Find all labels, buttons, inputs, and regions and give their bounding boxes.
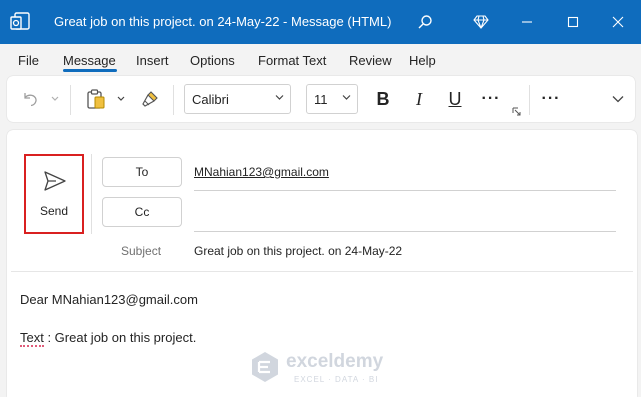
send-divider (91, 154, 92, 234)
outlook-compose-icon (10, 12, 30, 30)
watermark-name: exceldemy (286, 351, 384, 372)
close-button[interactable] (603, 7, 633, 37)
chevron-down-icon (612, 96, 624, 103)
title-bar: Great job on this project. on 24-May-22 … (0, 0, 641, 44)
menu-options[interactable]: Options (190, 53, 235, 68)
paste-button[interactable] (83, 87, 109, 111)
dialog-launcher-icon (512, 107, 520, 115)
font-size-select[interactable]: 11 (306, 84, 358, 114)
more-formatting-button[interactable]: ··· (479, 87, 503, 111)
send-label: Send (39, 204, 69, 218)
close-icon (612, 16, 624, 28)
send-button[interactable]: Send (24, 154, 84, 234)
watermark-tagline: EXCEL · DATA · BI (294, 375, 379, 384)
diamond-icon (473, 15, 489, 29)
to-recipient[interactable]: MNahian123@gmail.com (194, 165, 329, 179)
maximize-icon (567, 16, 579, 28)
ribbon-separator (173, 85, 174, 115)
search-button[interactable] (410, 7, 440, 37)
menu-review[interactable]: Review (349, 53, 392, 68)
ribbon: Calibri 11 B I U ··· ··· (7, 76, 635, 122)
ribbon-separator (70, 85, 71, 115)
undo-button[interactable] (19, 88, 41, 110)
subject-input[interactable]: Great job on this project. on 24-May-22 (194, 244, 402, 258)
paste-dropdown[interactable] (115, 91, 127, 107)
minimize-icon (522, 21, 532, 23)
menu-help[interactable]: Help (409, 53, 436, 68)
menu-message[interactable]: Message (63, 53, 116, 68)
window-title: Great job on this project. on 24-May-22 … (54, 14, 392, 29)
misspelled-word[interactable]: Text (20, 330, 44, 347)
menu-file[interactable]: File (18, 53, 39, 68)
font-name-value: Calibri (192, 92, 229, 107)
minimize-button[interactable] (512, 7, 542, 37)
font-name-select[interactable]: Calibri (184, 84, 291, 114)
body-text-rest: : Great job on this project. (43, 330, 197, 345)
format-painter-icon (142, 91, 158, 107)
subject-label: Subject (121, 244, 162, 258)
menu-insert[interactable]: Insert (136, 53, 169, 68)
chevron-down-icon (51, 96, 59, 101)
chevron-down-icon (275, 95, 284, 100)
cc-button[interactable]: Cc (102, 197, 182, 227)
italic-button[interactable]: I (407, 87, 431, 111)
exceldemy-watermark: exceldemy EXCEL · DATA · BI (248, 348, 408, 397)
to-field-line (194, 190, 616, 191)
format-painter-button[interactable] (138, 87, 162, 111)
menu-format-text[interactable]: Format Text (258, 53, 326, 68)
ribbon-separator (529, 85, 530, 115)
send-icon (44, 171, 66, 191)
premium-button[interactable] (466, 7, 496, 37)
to-button[interactable]: To (102, 157, 182, 187)
collapse-ribbon-button[interactable] (610, 91, 626, 107)
compose-pane: Send To MNahian123@gmail.com Cc Subject … (7, 130, 637, 397)
underline-button[interactable]: U (443, 87, 467, 111)
undo-icon (24, 93, 37, 107)
body-greeting[interactable]: Dear MNahian123@gmail.com (20, 292, 198, 307)
body-text-line[interactable]: Text : Great job on this project. (20, 330, 197, 347)
chevron-down-icon (342, 95, 351, 100)
undo-dropdown[interactable] (50, 91, 60, 107)
exceldemy-logo-icon (252, 352, 278, 382)
header-divider (11, 271, 633, 272)
cc-field-line[interactable] (194, 231, 616, 232)
search-icon (418, 15, 432, 29)
dialog-launcher-button[interactable] (511, 106, 521, 116)
chevron-down-icon (117, 96, 125, 101)
clipboard-icon (87, 89, 105, 109)
font-size-value: 11 (314, 92, 328, 107)
maximize-button[interactable] (558, 7, 588, 37)
bold-button[interactable]: B (371, 87, 395, 111)
active-tab-indicator (63, 69, 117, 72)
more-commands-button[interactable]: ··· (539, 87, 563, 111)
